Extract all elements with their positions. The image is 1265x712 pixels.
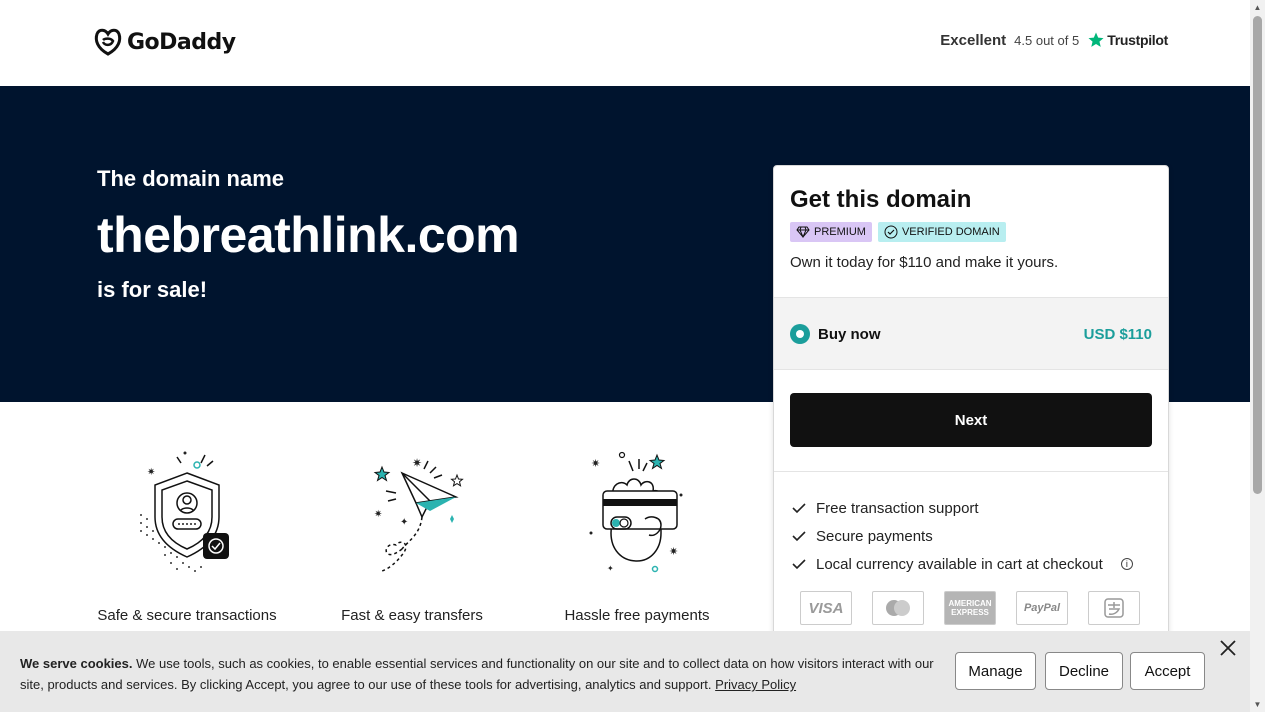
accept-button[interactable]: Accept [1130,652,1205,690]
feature-label: Safe & secure transactions [97,607,277,624]
close-icon[interactable] [1218,639,1238,659]
checkmark-icon [792,559,806,570]
info-icon[interactable]: i [1120,558,1133,570]
feature-secure: ✷ Safe & secure transactions [87,445,287,624]
logo-text: GoDaddy [127,29,236,55]
svg-text:✷: ✷ [412,456,422,470]
paper-plane-icon: ✷ ✷ ✦ [373,456,464,572]
privacy-policy-link[interactable]: Privacy Policy [715,677,796,692]
benefit-item: Secure payments [792,522,1133,550]
benefit-item: Local currency available in cart at chec… [792,550,1133,578]
svg-text:✷: ✷ [374,509,382,520]
svg-text:✦: ✦ [400,517,408,528]
divider [774,471,1168,472]
premium-badge-label: PREMIUM [814,226,866,238]
feature-payments: ✷ ✷ ✦ Hassle free payments [537,445,737,624]
paypal-icon: PayPal [1016,591,1068,625]
benefit-label: Local currency available in cart at chec… [816,555,1103,573]
trust-score: 4.5 out of 5 [1014,32,1080,48]
trust-rating-word: Excellent [940,31,1007,49]
payment-methods: VISA AMERICAN EXPRESS PayPal [800,591,1140,625]
scrollbar-thumb[interactable] [1253,16,1262,494]
star-icon [1088,32,1104,47]
benefit-label: Secure payments [816,527,933,545]
site-header: GoDaddy Excellent 4.5 out of 5 Trustpilo… [0,0,1250,86]
shield-user-icon: ✷ [140,451,229,572]
godaddy-logo-icon [94,28,122,56]
badge-group: PREMIUM VERIFIED DOMAIN [790,222,1006,242]
scroll-down-arrow-icon[interactable]: ▼ [1253,700,1262,709]
trustpilot-rating[interactable]: Excellent 4.5 out of 5 Trustpilot [940,31,1168,49]
verified-badge: VERIFIED DOMAIN [877,222,1006,242]
benefit-item: Free transaction support [792,494,1133,522]
cookie-text: We serve cookies. We use tools, such as … [20,653,940,695]
checkmark-icon [792,531,806,542]
cookie-banner: We serve cookies. We use tools, such as … [0,631,1250,712]
card-title: Get this domain [790,186,972,213]
cookie-heading: We serve cookies. [20,656,133,671]
scrollbar[interactable]: ▲ ▼ [1250,0,1265,712]
svg-text:✷: ✷ [669,546,678,558]
buy-now-radio[interactable] [790,324,810,344]
cookie-body: We use tools, such as cookies, to enable… [20,656,934,692]
hero-domain-name: thebreathlink.com [97,207,520,263]
mastercard-mark [886,600,910,616]
feature-label: Fast & easy transfers [341,607,483,624]
alipay-mark [1104,598,1124,618]
card-subtitle: Own it today for $110 and make it yours. [790,254,1059,271]
trustpilot-brand: Trustpilot [1087,31,1168,49]
benefits-list: Free transaction support Secure payments… [792,494,1133,578]
scroll-up-arrow-icon[interactable]: ▲ [1253,3,1262,12]
svg-text:✦: ✦ [607,564,614,573]
verified-badge-label: VERIFIED DOMAIN [901,226,1000,238]
purchase-card: Get this domain PREMIUM VERIFIED DOMAIN … [773,165,1169,635]
svg-text:✷: ✷ [147,467,155,478]
godaddy-logo[interactable]: GoDaddy [93,28,236,56]
benefit-label: Free transaction support [816,499,979,517]
diamond-icon [796,226,810,238]
checkmark-icon [792,503,806,514]
svg-text:✷: ✷ [591,458,600,470]
hero-post-title: is for sale! [97,277,208,302]
alipay-icon [1088,591,1140,625]
buy-now-price: USD $110 [1083,326,1152,343]
buy-now-option[interactable]: Buy now USD $110 [774,297,1168,370]
manage-button[interactable]: Manage [955,652,1036,690]
hero-pre-title: The domain name [97,166,285,191]
buy-now-label: Buy now [818,326,881,343]
mastercard-icon [872,591,924,625]
feature-label: Hassle free payments [564,607,710,624]
visa-label: VISA [808,599,844,617]
feature-transfers: ✷ ✷ ✦ Fast & easy transfers [312,445,512,624]
premium-badge: PREMIUM [790,222,872,242]
next-button[interactable]: Next [790,393,1152,447]
decline-button[interactable]: Decline [1045,652,1123,690]
amex-icon: AMERICAN EXPRESS [944,591,996,625]
visa-icon: VISA [800,591,852,625]
trustpilot-label: Trustpilot [1107,32,1168,48]
hand-card-icon: ✷ ✷ ✦ [589,451,683,573]
check-circle-icon [884,225,898,239]
